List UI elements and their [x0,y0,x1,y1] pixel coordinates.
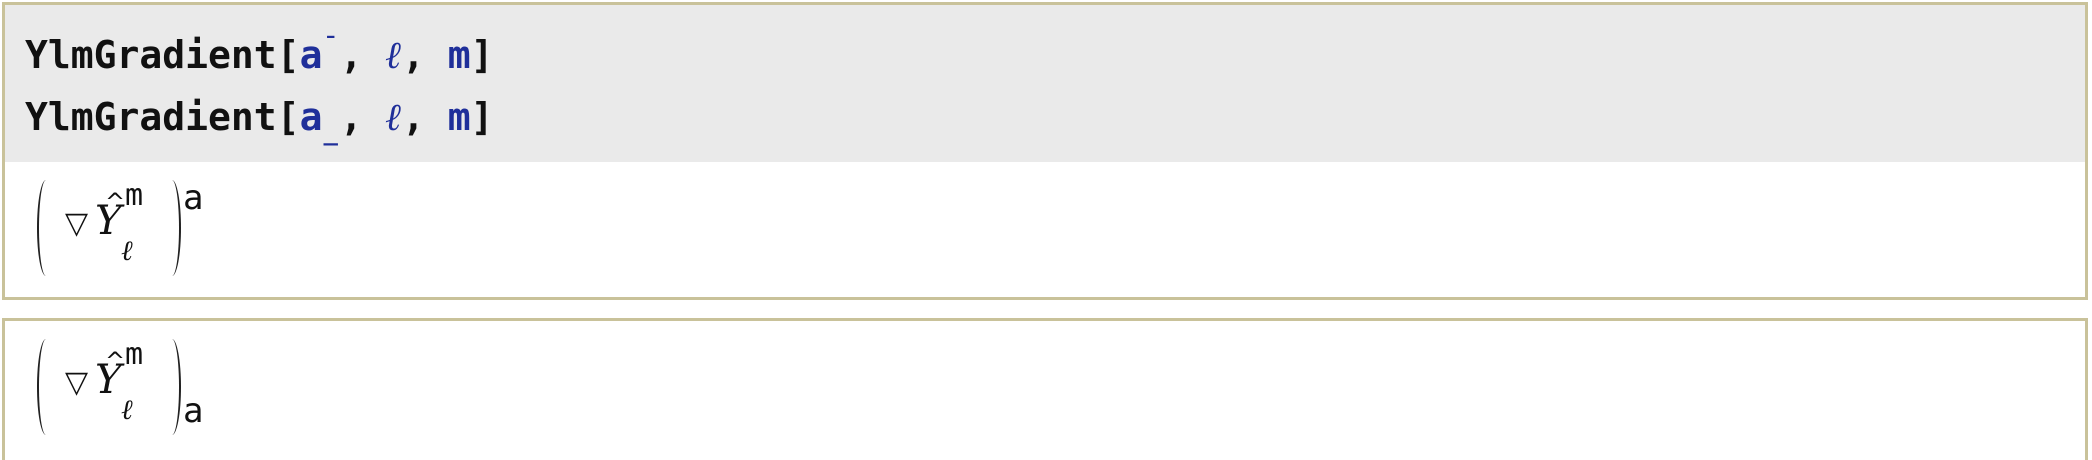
comma: , [339,95,363,139]
open-bracket: [ [276,33,300,77]
gradient-formula-lower: ▽ Y ^ m ℓ a [29,337,269,439]
subscript-ell: ℓ [121,234,133,267]
argument-m: m [447,95,471,139]
left-paren [37,339,55,435]
nabla-icon: ▽ [65,365,89,400]
output-area-1: ▽ Y ^ m ℓ a [5,162,2085,297]
function-name: YlmGradient [25,33,277,77]
comma: , [401,33,425,77]
argument-a: a [299,33,323,77]
superscript-m: m [125,337,144,372]
superscript-m: m [125,178,144,213]
close-bracket: ] [470,33,494,77]
input-area[interactable]: YlmGradient[a¯, ℓ, m] YlmGradient[a_, ℓ,… [5,5,2085,162]
comma: , [401,95,425,139]
subscript-mark: _ [323,118,338,146]
lower-index-a: a [183,391,204,431]
input-line-2[interactable]: YlmGradient[a_, ℓ, m] [25,94,494,147]
close-bracket: ] [470,95,494,139]
gradient-formula-upper: ▽ Y ^ m ℓ a [29,178,269,280]
right-paren [163,180,181,276]
argument-ell: ℓ [385,94,402,139]
input-line-1[interactable]: YlmGradient[a¯, ℓ, m] [25,32,494,82]
function-name: YlmGradient [25,95,277,139]
hat-icon: ^ [105,188,126,216]
upper-index-a: a [183,178,204,218]
subscript-ell: ℓ [121,393,133,426]
output-area-2: ▽ Y ^ m ℓ a [5,321,2085,460]
right-paren [163,339,181,435]
notebook-cell-2[interactable]: ▽ Y ^ m ℓ a [2,318,2088,460]
argument-a: a [299,95,323,139]
open-bracket: [ [276,95,300,139]
nabla-icon: ▽ [65,206,89,241]
argument-ell: ℓ [385,32,402,77]
left-paren [37,180,55,276]
notebook-cell-1[interactable]: YlmGradient[a¯, ℓ, m] YlmGradient[a_, ℓ,… [2,2,2088,300]
comma: , [339,33,363,77]
superscript-mark: ¯ [323,32,338,60]
hat-icon: ^ [105,347,126,375]
argument-m: m [447,33,471,77]
